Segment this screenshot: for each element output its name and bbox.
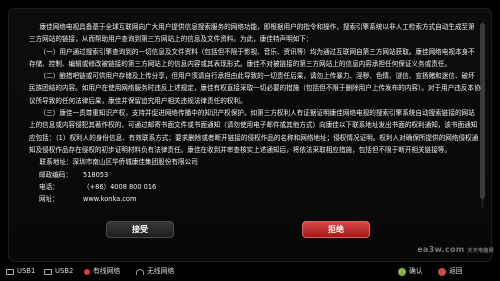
wired-network-label: 有线网络 [93,267,121,275]
accept-button[interactable]: 接受 [106,221,174,238]
agreement-intro: 康佳网络电视具备基于全球互联网向广大用户提供信息搜索服务的网络功能，即根据用户的… [29,23,475,44]
usb2-label: USB2 [55,267,74,275]
usb-icon [44,268,52,275]
status-bar: USB1 USB2 有线网络 无线网络 确认 返回 [0,262,500,281]
watermark: ea3w.com 天天电脑网 [417,245,494,254]
confirm-hint-label: 确认 [409,267,423,275]
back-hint-label: 返回 [449,267,463,275]
ok-button-icon [398,267,406,276]
contact-postcode-label: 邮政编码： [39,170,72,179]
usb2-status: USB2 [44,262,73,281]
contact-website: 网址： www.konka.com [29,193,481,205]
konka-tv-screen: 康佳网络电视具备基于全球互联网向广大用户提供信息搜索服务的网络功能，即根据用户的… [0,0,500,281]
watermark-sub: 天天电脑网 [467,248,494,254]
usb1-status: USB1 [6,262,35,281]
wireless-network-label: 无线网络 [147,267,175,275]
contact-phone-value: （+86）4008 800 016 [83,182,157,191]
reject-button[interactable]: 拒绝 [302,221,370,238]
contact-phone-label: 电话： [39,182,59,191]
wired-network-status: 有线网络 [84,262,120,281]
wifi-icon [136,268,144,275]
agreement-dialog: 康佳网络电视具备基于全球互联网向广大用户提供信息搜索服务的网络功能，即根据用户的… [8,8,492,262]
usb1-label: USB1 [17,267,36,275]
agreement-text: 康佳网络电视具备基于全球互联网向广大用户提供信息搜索服务的网络功能，即根据用户的… [29,21,481,205]
back-button-icon [438,267,446,276]
agreement-clause-2: （二）酿措吧链或可供用户存储及上传分享，但用户须请自行承担由此导致的一切责任后果… [29,72,481,105]
contact-website-label: 网址： [39,195,59,204]
agreement-clause-3: （三）康佳一贯尊重知识产权，支持并促进网络传播中的知识产权保护。如第三方权利人有… [29,109,479,154]
contact-website-value: www.konka.com [83,195,137,204]
dialog-buttons: 接受 拒绝 [9,221,493,241]
agreement-clause-1: （一）用户通过搜索引擎查询到的一切信息及文件资料（包括但不限于影视、音乐、资讯等… [29,47,475,68]
wired-network-icon [84,268,90,275]
contact-postcode-value: 518053 [83,170,109,179]
confirm-hint: 确认 [398,262,423,281]
contact-phone: 电话： （+86）4008 800 016 [29,181,481,193]
contact-postcode: 邮政编码： 518053 [29,169,481,181]
contact-address: 联系地址：深圳市南山区华侨城康佳集团股份有限公司 [39,158,198,167]
wireless-network-status: 无线网络 [136,262,174,281]
back-hint: 返回 [438,262,463,281]
watermark-logo: ea3w.com [417,245,465,254]
usb-icon [6,268,14,275]
